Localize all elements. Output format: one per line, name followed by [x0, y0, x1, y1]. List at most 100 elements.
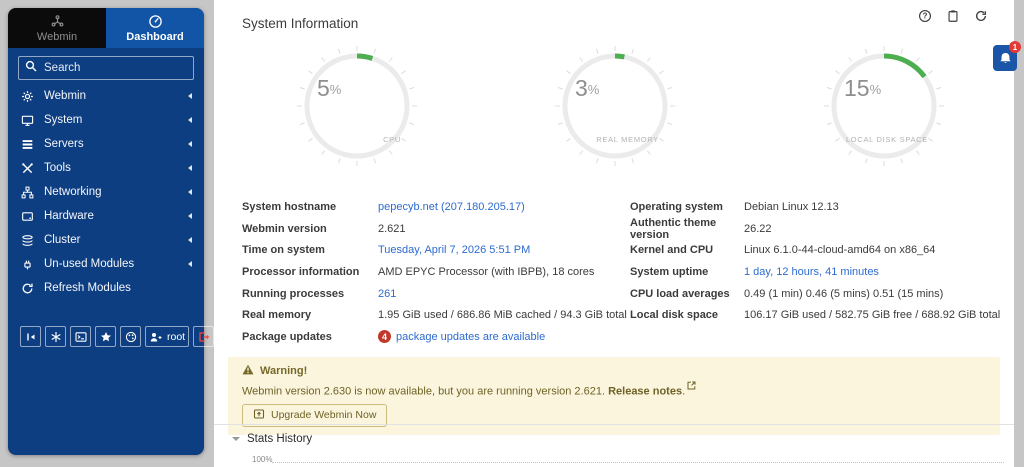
info-value: 2.621 [378, 223, 406, 235]
search-box [18, 56, 194, 80]
info-label: Authentic theme version [630, 217, 744, 241]
sidebar-item-cluster[interactable]: Cluster [8, 228, 204, 252]
info-label: Kernel and CPU [630, 244, 744, 256]
refresh-icon[interactable] [974, 9, 988, 23]
stats-history-header[interactable]: Stats History [214, 425, 1014, 445]
info-value: 106.17 GiB used / 582.75 GiB free / 688.… [744, 309, 1000, 321]
tab-dashboard-label: Dashboard [126, 31, 183, 43]
help-icon[interactable]: ? [918, 9, 932, 23]
collapse-caret-icon [232, 437, 240, 441]
info-value: Debian Linux 12.13 [744, 201, 839, 213]
info-row: Webmin version 2.621 [242, 218, 622, 240]
gauge-local-disk-space: 15% LOCAL DISK SPACE [822, 44, 946, 173]
svg-text:CPU: CPU [383, 135, 401, 144]
sidebar-item-webmin[interactable]: Webmin [8, 84, 204, 108]
refresh-icon [20, 281, 34, 295]
info-value-text: AMD EPYC Processor (with IBPB), 18 cores [378, 266, 594, 278]
info-value[interactable]: 1 day, 12 hours, 41 minutes [744, 266, 879, 278]
chevron-left-icon [188, 117, 192, 123]
sidebar: Webmin Dashboard Webmin System Serve [8, 8, 204, 455]
sidebar-item-un-used-modules[interactable]: Un-used Modules [8, 252, 204, 276]
sidebar-item-label: Cluster [44, 234, 178, 246]
sidebar-footer: root [20, 326, 214, 347]
stats-gridline [272, 462, 1004, 463]
sidebar-tabs: Webmin Dashboard [8, 8, 204, 48]
sidebar-item-refresh-modules[interactable]: Refresh Modules [8, 276, 204, 300]
monitor-icon [20, 113, 34, 127]
gear-icon [20, 89, 34, 103]
info-value-text: 0.49 (1 min) 0.46 (5 mins) 0.51 (15 mins… [744, 288, 943, 300]
favorites-star-button[interactable] [95, 326, 116, 347]
chevron-left-icon [188, 189, 192, 195]
sidebar-item-hardware[interactable]: Hardware [8, 204, 204, 228]
sidebar-item-system[interactable]: System [8, 108, 204, 132]
info-value-link[interactable]: 1 day, 12 hours, 41 minutes [744, 266, 879, 278]
info-value[interactable]: 261 [378, 288, 396, 300]
user-account-button[interactable]: root [145, 326, 189, 347]
tab-webmin-label: Webmin [37, 31, 77, 43]
info-row: Authentic theme version 26.22 [630, 218, 1010, 240]
info-value-text: Debian Linux 12.13 [744, 201, 839, 213]
notifications-bell-button[interactable]: 1 [993, 45, 1017, 71]
svg-text:15%: 15% [844, 75, 882, 101]
theme-palette-button[interactable] [120, 326, 141, 347]
info-label: CPU load averages [630, 288, 744, 300]
tab-dashboard[interactable]: Dashboard [106, 8, 204, 48]
info-label: System uptime [630, 266, 744, 278]
main-panel: System Information ? 5%CPU3%REAL MEMORY1… [214, 0, 1014, 467]
bell-icon [998, 51, 1013, 65]
network-icon [20, 185, 34, 199]
info-label: Time on system [242, 244, 378, 256]
sidebar-item-servers[interactable]: Servers [8, 132, 204, 156]
warning-triangle-icon [242, 364, 254, 378]
svg-text:?: ? [923, 12, 928, 21]
info-value: Linux 6.1.0-44-cloud-amd64 on x86_64 [744, 244, 935, 256]
sidebar-item-tools[interactable]: Tools [8, 156, 204, 180]
external-link-icon [687, 381, 696, 393]
tools-icon [20, 161, 34, 175]
sidebar-item-label: Webmin [44, 90, 178, 102]
chevron-left-icon [188, 261, 192, 267]
info-label: Operating system [630, 201, 744, 213]
sidebar-item-label: System [44, 114, 178, 126]
collapse-sidebar-button[interactable] [20, 326, 41, 347]
info-value[interactable]: Tuesday, April 7, 2026 5:51 PM [378, 244, 530, 256]
info-value[interactable]: pepecyb.net (207.180.205.17) [378, 201, 525, 213]
info-row: Local disk space 106.17 GiB used / 582.7… [630, 304, 1010, 326]
gauge-cpu: 5% CPU [295, 44, 419, 173]
notification-count-badge: 1 [1009, 41, 1021, 53]
sidebar-item-networking[interactable]: Networking [8, 180, 204, 204]
info-value[interactable]: 4package updates are available [378, 330, 545, 343]
upgrade-button-label: Upgrade Webmin Now [271, 409, 376, 421]
info-value-link[interactable]: pepecyb.net (207.180.205.17) [378, 201, 525, 213]
info-value-link[interactable]: 261 [378, 288, 396, 300]
upgrade-icon [253, 408, 265, 423]
release-notes-link[interactable]: Release notes [608, 386, 682, 398]
clipboard-icon[interactable] [946, 9, 960, 23]
header-actions: ? [918, 9, 988, 23]
svg-text:5%: 5% [317, 75, 342, 101]
page: Webmin Dashboard Webmin System Serve [0, 0, 1024, 467]
info-value: AMD EPYC Processor (with IBPB), 18 cores [378, 266, 594, 278]
logout-button[interactable] [193, 326, 214, 347]
info-value-link[interactable]: package updates are available [396, 331, 545, 343]
info-row: Package updates 4package updates are ava… [242, 326, 622, 348]
dashboard-icon [148, 14, 163, 29]
info-value-link[interactable]: Tuesday, April 7, 2026 5:51 PM [378, 244, 530, 256]
info-value-text: Linux 6.1.0-44-cloud-amd64 on x86_64 [744, 244, 935, 256]
info-label: Local disk space [630, 309, 744, 321]
info-value-text: 106.17 GiB used / 582.75 GiB free / 688.… [744, 309, 1000, 321]
info-row: System hostname pepecyb.net (207.180.205… [242, 196, 622, 218]
terminal-button[interactable] [70, 326, 91, 347]
svg-text:LOCAL DISK SPACE: LOCAL DISK SPACE [846, 135, 928, 144]
info-row: Running processes 261 [242, 283, 622, 305]
user-name-label: root [167, 331, 185, 343]
tab-webmin[interactable]: Webmin [8, 8, 106, 48]
page-title: System Information [242, 16, 358, 31]
stats-axis-label: 100% [252, 455, 272, 464]
logout-icon [197, 331, 210, 343]
webmin-home-button[interactable] [45, 326, 66, 347]
search-input[interactable] [42, 61, 187, 75]
info-row: Operating system Debian Linux 12.13 [630, 196, 1010, 218]
sidebar-item-label: Un-used Modules [44, 258, 178, 270]
